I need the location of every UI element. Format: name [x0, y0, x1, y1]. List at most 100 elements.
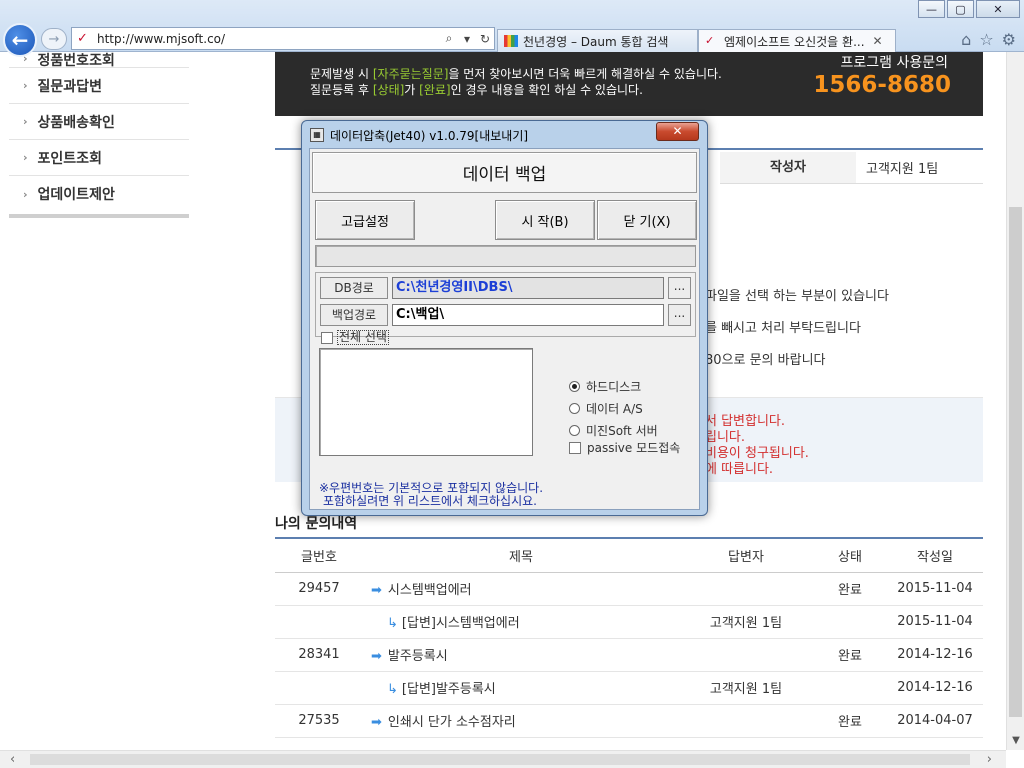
close-button[interactable]: 닫 기(X): [597, 200, 697, 240]
database-list[interactable]: [319, 348, 533, 456]
row-status: [813, 671, 887, 705]
arrow-right-icon: ➡: [371, 715, 382, 730]
passive-mode-checkbox[interactable]: passive 모드접속: [569, 439, 680, 456]
header-num: 글번호: [275, 537, 363, 573]
scroll-left-arrow-icon[interactable]: ‹: [10, 752, 15, 767]
table-row[interactable]: 28341 ➡ 발주등록시 완료 2014-12-16: [275, 638, 983, 672]
sidebar-item-label: 정품번호조회: [37, 53, 115, 69]
row-num: 28341: [275, 638, 363, 672]
dialog-title: 데이터압축(Jet40) v1.0.79[내보내기]: [330, 128, 529, 143]
tab-close-icon[interactable]: ✕: [873, 34, 883, 48]
refresh-icon[interactable]: ↻: [476, 32, 494, 46]
settings-gear-icon[interactable]: ⚙: [1002, 30, 1016, 49]
backup-path-field[interactable]: C:\백업\: [392, 304, 664, 326]
banner-text: 인 경우 내용을 확인 하실 수 있습니다.: [450, 83, 643, 97]
option-label: 미진Soft 서버: [586, 424, 658, 438]
option-harddisk[interactable]: 하드디스크: [569, 378, 641, 395]
row-status: [813, 605, 887, 639]
header-title: 제목: [363, 537, 679, 573]
sidebar-item-label: 질문과답변: [37, 78, 102, 95]
row-answerer: 고객지원 1팀: [679, 671, 813, 705]
option-server[interactable]: 미진Soft 서버: [569, 422, 658, 439]
scroll-right-arrow-icon[interactable]: ›: [987, 752, 992, 767]
row-title[interactable]: 시스템백업에러: [388, 583, 472, 598]
window-close-button[interactable]: ✕: [976, 0, 1020, 18]
banner-line-1: 문제발생 시 [자주묻는질문]을 먼저 찾아보시면 더욱 빠르게 해결하실 수 …: [310, 65, 722, 82]
sidebar-bottom-bar: [9, 214, 189, 218]
table-row[interactable]: 29457 ➡ 시스템백업에러 완료 2015-11-04: [275, 572, 983, 606]
maximize-button[interactable]: ▢: [947, 0, 974, 18]
select-all-checkbox[interactable]: 전체 선택: [321, 330, 389, 345]
radio-selected[interactable]: [569, 381, 580, 392]
start-button[interactable]: 시 작(B): [495, 200, 595, 240]
db-path-field[interactable]: C:\천년경영II\DBS\: [392, 277, 664, 299]
row-title-cell[interactable]: ➡ 발주등록시: [363, 638, 679, 672]
sidebar-item-points[interactable]: › 포인트조회: [9, 140, 189, 176]
forward-arrow-icon: →: [48, 31, 60, 47]
row-title-cell[interactable]: ➡ 시스템백업에러: [363, 572, 679, 606]
vertical-scrollbar[interactable]: ▼: [1006, 52, 1024, 750]
vertical-scroll-thumb[interactable]: [1009, 207, 1022, 717]
window-controls: — ▢ ✕: [916, 0, 1020, 18]
radio[interactable]: [569, 425, 580, 436]
author-value: 고객지원 1팀: [866, 162, 939, 177]
table-header-row: 글번호 제목 답변자 상태 작성일: [275, 537, 983, 573]
dialog-titlebar[interactable]: ▦ 데이터압축(Jet40) v1.0.79[내보내기]: [310, 125, 528, 145]
horizontal-scroll-thumb[interactable]: [30, 754, 970, 765]
table-row[interactable]: ↳ [답변]시스템백업에러 고객지원 1팀 2015-11-04: [275, 605, 983, 639]
back-button[interactable]: ←: [3, 23, 37, 57]
row-title-cell[interactable]: ➡ 인쇄시 단가 소수점자리: [363, 704, 679, 738]
tab-daum-search[interactable]: 천년경영 – Daum 통합 검색: [497, 29, 698, 52]
horizontal-scrollbar[interactable]: ‹ ›: [0, 750, 1006, 768]
sidebar-item-shipping[interactable]: › 상품배송확인: [9, 104, 189, 140]
banner-text: 가: [404, 83, 420, 97]
table-row[interactable]: 27535 ➡ 인쇄시 단가 소수점자리 완료 2014-04-07: [275, 704, 983, 738]
row-title[interactable]: 인쇄시 단가 소수점자리: [388, 715, 516, 730]
row-date: 2014-12-16: [887, 638, 983, 672]
row-date: 2014-12-16: [887, 671, 983, 705]
dialog-close-button[interactable]: ✕: [656, 122, 699, 141]
option-data-as[interactable]: 데이터 A/S: [569, 400, 643, 417]
select-all-label[interactable]: 전체 선택: [337, 330, 389, 345]
checkbox[interactable]: [569, 441, 581, 454]
row-title[interactable]: [답변]발주등록시: [402, 682, 496, 697]
row-title[interactable]: [답변]시스템백업에러: [402, 616, 520, 631]
db-path-browse-button[interactable]: ...: [668, 277, 691, 299]
sidebar-item-label: 포인트조회: [37, 150, 102, 167]
advanced-settings-button[interactable]: 고급설정: [315, 200, 415, 240]
row-title-cell[interactable]: ↳ [답변]발주등록시: [363, 671, 679, 705]
arrow-right-icon: ➡: [371, 649, 382, 664]
minimize-button[interactable]: —: [918, 0, 945, 18]
sidebar-item-update[interactable]: › 업데이트제안: [9, 176, 189, 212]
favorites-star-icon[interactable]: ☆: [979, 30, 993, 49]
sidebar-item-qna[interactable]: › 질문과답변: [9, 68, 189, 104]
faq-link[interactable]: [자주묻는질문]: [373, 67, 449, 81]
sidebar-item-serial[interactable]: › 정품번호조회: [9, 52, 189, 69]
checkbox[interactable]: [321, 331, 333, 344]
address-bar[interactable]: ✓ http://www.mjsoft.co/ ⌕ ▾ ↻: [71, 27, 495, 50]
radio[interactable]: [569, 403, 580, 414]
backup-path-browse-button[interactable]: ...: [668, 304, 691, 326]
search-icon[interactable]: ⌕: [440, 31, 458, 46]
dialog-body: 데이터 백업 고급설정 시 작(B) 닫 기(X) DB경로 C:\천년경영II…: [309, 148, 700, 510]
forward-button[interactable]: →: [41, 28, 67, 50]
row-answerer: [679, 704, 813, 738]
sidebar: › 정품번호조회 › 질문과답변 › 상품배송확인 › 포인트조회 › 업데이트…: [9, 52, 189, 218]
home-icon[interactable]: ⌂: [961, 30, 971, 49]
row-title-cell[interactable]: ↳ [답변]시스템백업에러: [363, 605, 679, 639]
row-date: 2015-11-04: [887, 572, 983, 606]
row-title[interactable]: 발주등록시: [388, 649, 448, 664]
sidebar-item-label: 업데이트제안: [37, 187, 115, 203]
banner-text: 문제발생 시: [310, 67, 373, 81]
dropdown-icon[interactable]: ▾: [458, 32, 476, 46]
row-answerer: [679, 572, 813, 606]
tab-mjsoft[interactable]: ✓ 엠제이소프트 오신것을 환... ✕: [698, 29, 896, 52]
row-num: 29457: [275, 572, 363, 606]
scroll-down-arrow-icon[interactable]: ▼: [1007, 735, 1024, 746]
address-url[interactable]: http://www.mjsoft.co/: [97, 32, 440, 46]
table-row[interactable]: ↳ [답변]발주등록시 고객지원 1팀 2014-12-16: [275, 671, 983, 705]
sidebar-item-label: 상품배송확인: [37, 114, 115, 131]
support-banner: 문제발생 시 [자주묻는질문]을 먼저 찾아보시면 더욱 빠르게 해결하실 수 …: [275, 52, 983, 116]
banner-text: 을 먼저 찾아보시면 더욱 빠르게 해결하실 수 있습니다.: [448, 67, 722, 81]
row-status: 완료: [813, 704, 887, 738]
